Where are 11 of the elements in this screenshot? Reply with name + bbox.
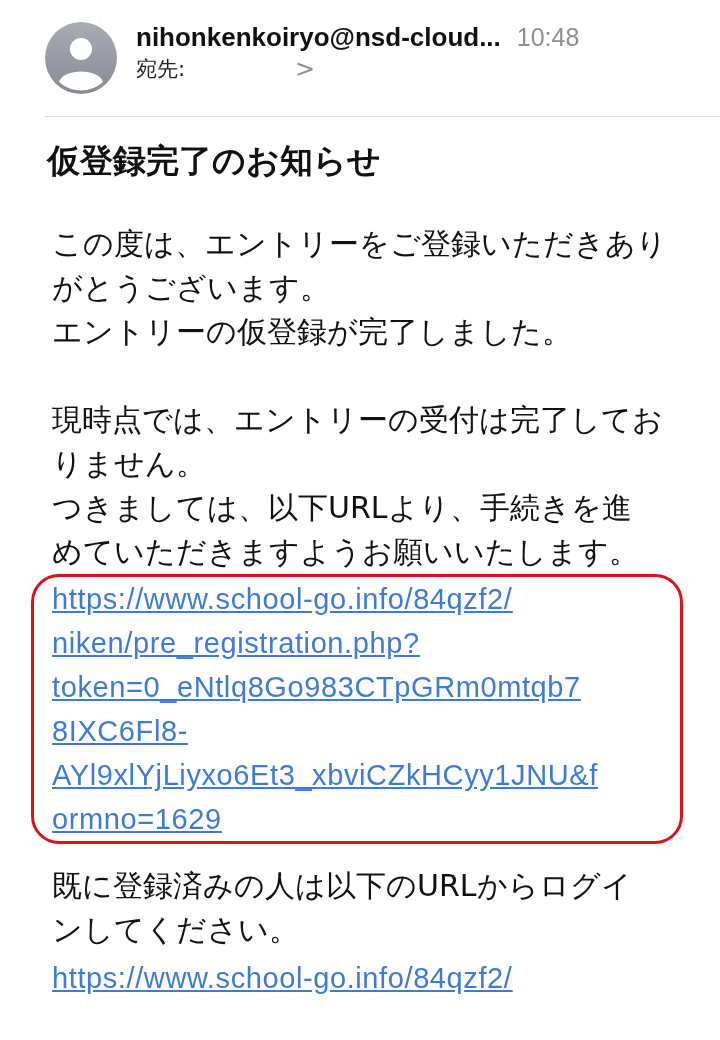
link[interactable]: https://www.school-go.info/84qzf2/ niken/pre_registration.php? token=0_eNtlq8Go983CTpGRm0mtqb7 8IXC6Fl8- AYl9xlYjLiyxo6Et3_xbviCZkHCyy1JNU&f ormno=1629	[52, 577, 598, 841]
paragraph: 現時点では、エントリーの受付は完了してお りません。 つきましては、以下URLより、手続きを進 めていただきますようお願いいたします。	[52, 401, 664, 571]
recipient-label: 宛先:	[136, 56, 186, 83]
link[interactable]: https://www.school-go.info/84qzf2/	[52, 956, 513, 1000]
avatar-icon	[45, 22, 117, 94]
time: 10:48	[516, 23, 580, 52]
sender-address[interactable]: nihonkenkoiryo@nsd-cloud...	[136, 22, 501, 53]
chevron[interactable]: >	[295, 55, 316, 83]
email-subject: 仮登録完了のお知らせ	[47, 140, 382, 182]
paragraph: この度は、エントリーをご登録いただきあり がとうございます。 エントリーの仮登録が完了しました。	[52, 225, 668, 351]
paragraph: 既に登録済みの人は以下のURLからログイ ンしてください。	[52, 867, 633, 949]
